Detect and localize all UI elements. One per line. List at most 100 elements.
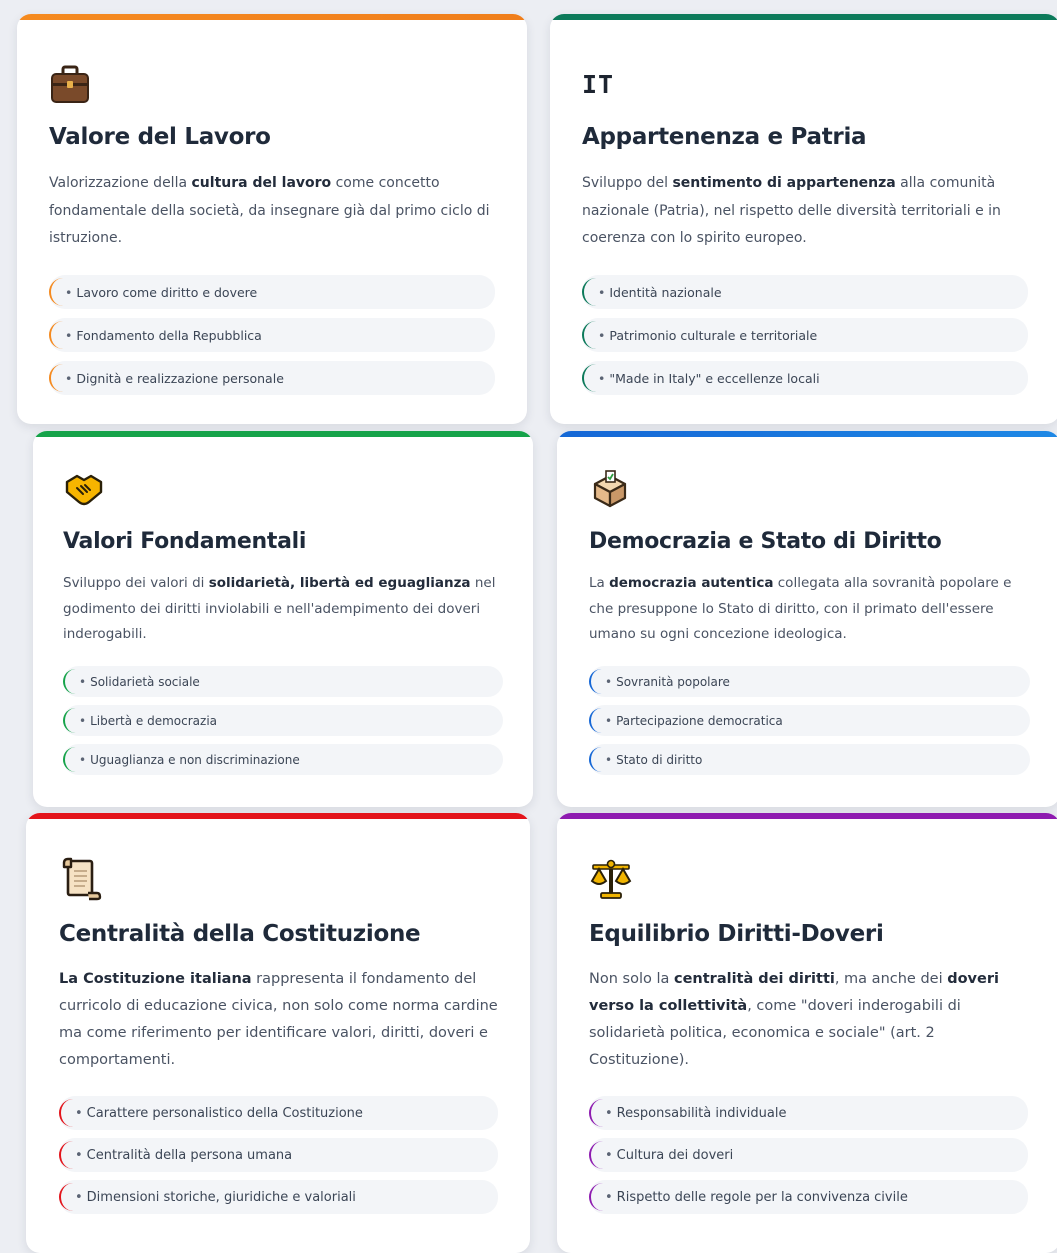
bullet-icon: • (598, 327, 606, 343)
list-item-label: Responsabilità individuale (616, 1105, 787, 1121)
card-democrazia-stato-di-diritto: Democrazia e Stato di Diritto La democra… (557, 431, 1057, 807)
list-item-label: Partecipazione democratica (616, 713, 783, 728)
list-item-label: Identità nazionale (609, 284, 722, 300)
list-item-label: "Made in Italy" e eccellenze locali (609, 370, 820, 386)
card-title: Valore del Lavoro (49, 124, 271, 150)
description-text: Sviluppo del (582, 175, 673, 191)
card-item-list: • Identità nazionale • Patrimonio culturale… (582, 275, 1028, 404)
bullet-icon: • (605, 713, 613, 728)
list-item-label: Uguaglianza e non discriminazione (90, 752, 300, 767)
list-item-label: Carattere personalistico della Costituzi… (86, 1105, 363, 1121)
bullet-icon: • (598, 370, 606, 386)
card-title: Equilibrio Diritti-Doveri (589, 921, 884, 947)
list-item-label: Dimensioni storiche, giuridiche e valori… (86, 1189, 356, 1205)
bullet-icon: • (79, 674, 87, 689)
bullet-icon: • (79, 713, 87, 728)
card-accent-bar (550, 14, 1057, 20)
it-flag-label: IT (582, 69, 615, 99)
bullet-icon: • (605, 752, 613, 767)
description-highlight: centralità dei diritti (673, 971, 835, 987)
ballot-box-icon (589, 467, 633, 511)
card-item-list: • Solidarietà sociale • Libertà e democrazi… (63, 666, 503, 783)
card-item-list: • Lavoro come diritto e dovere • Fondamento… (49, 275, 495, 404)
card-accent-bar (26, 813, 530, 819)
list-item-label: Patrimonio culturale e territoriale (609, 327, 818, 343)
card-accent-bar (557, 813, 1057, 819)
list-item: • Dignità e realizzazione personale (49, 361, 495, 395)
description-text: Valorizzazione della (49, 175, 192, 191)
card-title: Democrazia e Stato di Diritto (589, 529, 942, 554)
description-highlight: sentimento di appartenenza (672, 175, 896, 191)
list-item: • Patrimonio culturale e territoriale (582, 318, 1028, 352)
list-item: • Cultura dei doveri (589, 1138, 1028, 1172)
list-item: • Dimensioni storiche, giuridiche e valor… (59, 1180, 498, 1214)
list-item-label: Sovranità popolare (616, 674, 730, 689)
bullet-icon: • (65, 370, 73, 386)
card-title: Valori Fondamentali (63, 529, 307, 554)
card-equilibrio-diritti-doveri: Equilibrio Diritti-Doveri Non solo la ce… (557, 813, 1057, 1253)
list-item: • "Made in Italy" e eccellenze locali (582, 361, 1028, 395)
card-description: Non solo la centralità dei diritti, ma a… (589, 966, 1028, 1074)
bullet-icon: • (598, 284, 606, 300)
card-title: Centralità della Costituzione (59, 921, 421, 947)
briefcase-icon (49, 62, 93, 106)
description-highlight: solidarietà, libertà ed eguaglianza (208, 575, 471, 591)
list-item: • Uguaglianza e non discriminazione (63, 744, 503, 775)
card-item-list: • Responsabilità individuale • Cultura dei … (589, 1096, 1028, 1222)
list-item-label: Cultura dei doveri (616, 1147, 734, 1163)
card-description: La Costituzione italiana rappresenta il … (59, 966, 498, 1074)
card-accent-bar (557, 431, 1057, 437)
card-accent-bar (17, 14, 527, 20)
it-flag-icon: IT (582, 62, 626, 106)
list-item: • Centralità della persona umana (59, 1138, 498, 1172)
card-appartenenza-e-patria: IT Appartenenza e Patria Sviluppo del se… (550, 14, 1057, 424)
card-valore-del-lavoro: Valore del Lavoro Valorizzazione della c… (17, 14, 527, 424)
list-item: • Carattere personalistico della Costituz… (59, 1096, 498, 1130)
bullet-icon: • (65, 284, 73, 300)
description-text: Sviluppo dei valori di (63, 575, 209, 591)
bullet-icon: • (605, 1189, 613, 1205)
description-highlight: La Costituzione italiana (59, 971, 252, 987)
list-item-label: Dignità e realizzazione personale (76, 370, 284, 386)
bullet-icon: • (79, 752, 87, 767)
description-text: , ma anche dei (834, 971, 948, 987)
list-item-label: Libertà e democrazia (90, 713, 218, 728)
description-highlight: cultura del lavoro (191, 175, 332, 191)
list-item: • Solidarietà sociale (63, 666, 503, 697)
list-item: • Stato di diritto (589, 744, 1030, 775)
bullet-icon: • (605, 1105, 613, 1121)
list-item: • Fondamento della Repubblica (49, 318, 495, 352)
list-item: • Sovranità popolare (589, 666, 1030, 697)
card-item-list: • Sovranità popolare • Partecipazione democ… (589, 666, 1030, 783)
description-text: Non solo la (589, 971, 674, 987)
list-item: • Identità nazionale (582, 275, 1028, 309)
description-highlight: democrazia autentica (609, 575, 774, 591)
card-valori-fondamentali: Valori Fondamentali Sviluppo dei valori … (33, 431, 533, 807)
list-item-label: Stato di diritto (616, 752, 703, 767)
list-item: • Responsabilità individuale (589, 1096, 1028, 1130)
bullet-icon: • (75, 1189, 83, 1205)
list-item-label: Lavoro come diritto e dovere (76, 284, 258, 300)
handshake-icon (63, 467, 107, 511)
bullet-icon: • (605, 1147, 613, 1163)
list-item: • Lavoro come diritto e dovere (49, 275, 495, 309)
list-item: • Rispetto delle regole per la convivenza… (589, 1180, 1028, 1214)
card-accent-bar (33, 431, 533, 437)
list-item-label: Rispetto delle regole per la convivenza … (616, 1189, 908, 1205)
list-item-label: Solidarietà sociale (90, 674, 200, 689)
card-description: La democrazia autentica collegata alla s… (589, 571, 1030, 648)
list-item-label: Fondamento della Repubblica (76, 327, 262, 343)
bullet-icon: • (605, 674, 613, 689)
card-description: Sviluppo del sentimento di appartenenza … (582, 170, 1028, 253)
balance-scale-icon (589, 857, 633, 901)
list-item-label: Centralità della persona umana (86, 1147, 293, 1163)
description-text: La (589, 575, 610, 591)
bullet-icon: • (65, 327, 73, 343)
card-description: Valorizzazione della cultura del lavoro … (49, 170, 495, 253)
card-description: Sviluppo dei valori di solidarietà, libe… (63, 571, 503, 648)
card-title: Appartenenza e Patria (582, 124, 867, 150)
bullet-icon: • (75, 1147, 83, 1163)
list-item: • Partecipazione democratica (589, 705, 1030, 736)
bullet-icon: • (75, 1105, 83, 1121)
scroll-icon (59, 857, 103, 901)
